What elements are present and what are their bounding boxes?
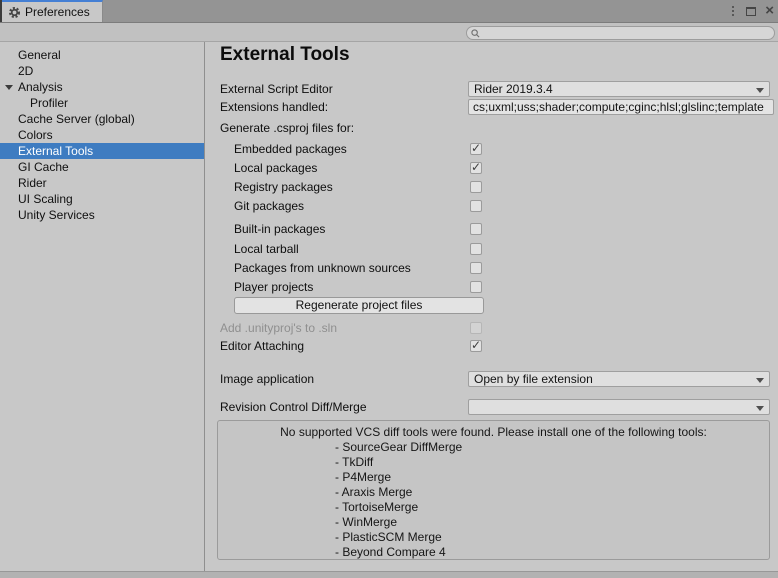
sidebar-item-profiler[interactable]: Profiler xyxy=(0,95,204,111)
vcs-tool-item: - SourceGear DiffMerge xyxy=(335,440,769,455)
option-label: Built-in packages xyxy=(206,222,325,236)
checkbox-embedded-packages[interactable] xyxy=(470,143,482,155)
chevron-down-icon xyxy=(756,88,764,93)
sidebar-item-ui-scaling[interactable]: UI Scaling xyxy=(0,191,204,207)
image-application-label: Image application xyxy=(206,372,314,386)
generate-csproj-row: Generate .csproj files for: xyxy=(206,120,778,136)
tab-preferences[interactable]: Preferences xyxy=(2,0,103,22)
sidebar-item-cache-server[interactable]: Cache Server (global) xyxy=(0,111,204,127)
option-row-local-packages: Local packages xyxy=(206,160,778,176)
extensions-handled-label: Extensions handled: xyxy=(206,100,328,114)
editor-attaching-label: Editor Attaching xyxy=(206,339,304,353)
checkbox-editor-attaching[interactable] xyxy=(470,340,482,352)
vcs-notice-heading: No supported VCS diff tools were found. … xyxy=(218,425,769,440)
maximize-icon[interactable] xyxy=(746,7,756,16)
window-controls: × xyxy=(729,0,774,22)
image-application-value: Open by file extension xyxy=(474,372,593,386)
bottom-strip xyxy=(0,571,778,578)
vcs-tool-item: - Araxis Merge xyxy=(335,485,769,500)
option-label: Packages from unknown sources xyxy=(206,261,411,275)
editor-attaching-row: Editor Attaching xyxy=(206,338,778,354)
sidebar-item-unity-services[interactable]: Unity Services xyxy=(0,207,204,223)
external-script-editor-label: External Script Editor xyxy=(206,82,333,96)
image-application-dropdown[interactable]: Open by file extension xyxy=(468,371,770,387)
chevron-down-icon xyxy=(756,406,764,411)
preferences-window: Preferences × General 2D Analy xyxy=(0,0,778,578)
add-unityproj-row: Add .unityproj's to .sln xyxy=(206,320,778,336)
close-icon[interactable]: × xyxy=(765,5,774,17)
main-panel: External Tools External Script Editor Ri… xyxy=(206,42,778,571)
vcs-tool-item: - TkDiff xyxy=(335,455,769,470)
external-script-editor-value: Rider 2019.3.4 xyxy=(474,82,553,96)
extensions-handled-row: Extensions handled: cs;uxml;uss;shader;c… xyxy=(206,99,778,115)
vcs-tool-item: - Beyond Compare 4 xyxy=(335,545,769,560)
option-row-built-in-packages: Built-in packages xyxy=(206,221,778,237)
option-label: Player projects xyxy=(206,280,313,294)
toolbar xyxy=(0,22,778,42)
sidebar: General 2D Analysis Profiler Cache Serve… xyxy=(0,42,205,571)
option-label: Local tarball xyxy=(206,242,299,256)
sidebar-item-2d[interactable]: 2D xyxy=(0,63,204,79)
gear-icon xyxy=(8,6,21,19)
external-script-editor-row: External Script Editor Rider 2019.3.4 xyxy=(206,81,778,97)
sidebar-item-external-tools[interactable]: External Tools xyxy=(0,143,204,159)
option-label: Git packages xyxy=(206,199,304,213)
search-box[interactable] xyxy=(466,26,775,40)
extensions-handled-input[interactable]: cs;uxml;uss;shader;compute;cginc;hlsl;gl… xyxy=(468,99,774,115)
checkbox-local-tarball[interactable] xyxy=(470,243,482,255)
image-application-row: Image application Open by file extension xyxy=(206,371,778,387)
checkbox-local-packages[interactable] xyxy=(470,162,482,174)
checkbox-git-packages[interactable] xyxy=(470,200,482,212)
page-title: External Tools xyxy=(220,44,350,66)
sidebar-item-label: Analysis xyxy=(18,80,63,94)
option-row-git-packages: Git packages xyxy=(206,198,778,214)
vcs-tool-item: - P4Merge xyxy=(335,470,769,485)
option-row-local-tarball: Local tarball xyxy=(206,241,778,257)
option-row-registry-packages: Registry packages xyxy=(206,179,778,195)
sidebar-item-colors[interactable]: Colors xyxy=(0,127,204,143)
checkbox-built-in-packages[interactable] xyxy=(470,223,482,235)
external-script-editor-dropdown[interactable]: Rider 2019.3.4 xyxy=(468,81,770,97)
regenerate-project-files-button[interactable]: Regenerate project files xyxy=(234,297,484,314)
sidebar-item-analysis[interactable]: Analysis xyxy=(0,79,204,95)
vcs-notice-box: No supported VCS diff tools were found. … xyxy=(217,420,770,560)
option-label: Embedded packages xyxy=(206,142,347,156)
option-label: Local packages xyxy=(206,161,317,175)
checkbox-registry-packages[interactable] xyxy=(470,181,482,193)
sidebar-item-gi-cache[interactable]: GI Cache xyxy=(0,159,204,175)
checkbox-add-unityproj xyxy=(470,322,482,334)
add-unityproj-label: Add .unityproj's to .sln xyxy=(206,321,337,335)
option-label: Registry packages xyxy=(206,180,333,194)
revision-control-dropdown[interactable] xyxy=(468,399,770,415)
generate-csproj-label: Generate .csproj files for: xyxy=(206,121,354,135)
checkbox-packages-unknown-sources[interactable] xyxy=(470,262,482,274)
revision-control-label: Revision Control Diff/Merge xyxy=(206,400,367,414)
vcs-tool-item: - TortoiseMerge xyxy=(335,500,769,515)
sidebar-item-rider[interactable]: Rider xyxy=(0,175,204,191)
option-row-packages-unknown-sources: Packages from unknown sources xyxy=(206,260,778,276)
search-icon xyxy=(471,29,480,38)
vcs-tool-item: - PlasticSCM Merge xyxy=(335,530,769,545)
vcs-tool-item: - WinMerge xyxy=(335,515,769,530)
checkbox-player-projects[interactable] xyxy=(470,281,482,293)
tab-bar: Preferences × xyxy=(0,0,778,22)
body: General 2D Analysis Profiler Cache Serve… xyxy=(0,42,778,571)
search-input[interactable] xyxy=(483,27,770,39)
chevron-down-icon xyxy=(756,378,764,383)
foldout-arrow-icon[interactable] xyxy=(5,85,13,90)
menu-icon[interactable] xyxy=(729,4,737,18)
option-row-player-projects: Player projects xyxy=(206,279,778,295)
tab-title: Preferences xyxy=(25,5,90,19)
revision-control-row: Revision Control Diff/Merge xyxy=(206,399,778,415)
option-row-embedded-packages: Embedded packages xyxy=(206,141,778,157)
sidebar-item-general[interactable]: General xyxy=(0,47,204,63)
